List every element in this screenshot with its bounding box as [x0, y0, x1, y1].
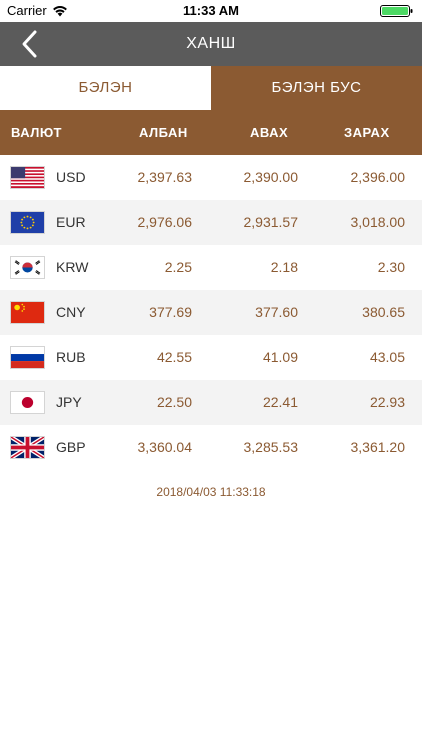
- sell-rate: 3,361.20: [350, 439, 406, 455]
- gb-flag-icon: [10, 436, 45, 459]
- official-rate: 2,397.63: [137, 169, 193, 185]
- buy-rate: 41.09: [262, 349, 298, 365]
- official-rate: 3,360.04: [137, 439, 193, 455]
- column-header-official: АЛБАН: [139, 125, 188, 140]
- last-updated-timestamp: 2018/04/03 11:33:18: [156, 485, 266, 499]
- official-rate: 42.55: [156, 349, 192, 365]
- tab-bar: БЭЛЭН БЭЛЭН БУС: [0, 66, 422, 110]
- column-header-buy: АВАХ: [250, 125, 289, 140]
- tab-noncash[interactable]: БЭЛЭН БУС: [211, 66, 422, 110]
- column-header-sell: ЗАРАХ: [344, 125, 390, 140]
- buy-rate: 377.60: [255, 304, 298, 320]
- sell-rate: 43.05: [369, 349, 405, 365]
- sell-rate: 22.93: [369, 394, 405, 410]
- status-time: 11:33 AM: [183, 3, 239, 18]
- battery-icon: [380, 5, 413, 17]
- buy-rate: 3,285.53: [243, 439, 299, 455]
- jp-flag-icon: [10, 391, 45, 414]
- table-row: USD 2,397.63 2,390.00 2,396.00: [0, 155, 422, 200]
- official-rate: 377.69: [149, 304, 192, 320]
- table-row: JPY 22.50 22.41 22.93: [0, 380, 422, 425]
- column-header-currency: ВАЛЮТ: [11, 125, 62, 140]
- table-row: CNY 377.69 377.60 380.65: [0, 290, 422, 335]
- status-bar: Carrier 11:33 AM: [0, 0, 422, 22]
- official-rate: 2,976.06: [137, 214, 193, 230]
- buy-rate: 2.18: [270, 259, 298, 275]
- table-row: KRW 2.25 2.18 2.30: [0, 245, 422, 290]
- sell-rate: 2,396.00: [350, 169, 406, 185]
- rates-table: USD 2,397.63 2,390.00 2,396.00 EUR 2,976…: [0, 155, 422, 470]
- us-flag-icon: [10, 166, 45, 189]
- buy-rate: 2,931.57: [243, 214, 299, 230]
- sell-rate: 380.65: [362, 304, 405, 320]
- table-row: GBP 3,360.04 3,285.53 3,361.20: [0, 425, 422, 470]
- buy-rate: 22.41: [262, 394, 298, 410]
- tab-cash[interactable]: БЭЛЭН: [0, 66, 211, 110]
- sell-rate: 3,018.00: [350, 214, 406, 230]
- official-rate: 2.25: [164, 259, 192, 275]
- nav-bar: ХАНШ: [0, 22, 422, 66]
- kr-flag-icon: [10, 256, 45, 279]
- table-header: ВАЛЮТ АЛБАН АВАХ ЗАРАХ: [0, 110, 422, 155]
- table-row: EUR 2,976.06 2,931.57 3,018.00: [0, 200, 422, 245]
- table-row: RUB 42.55 41.09 43.05: [0, 335, 422, 380]
- page-title: ХАНШ: [186, 35, 236, 52]
- currency-code: JPY: [56, 394, 82, 410]
- sell-rate: 2.30: [377, 259, 405, 275]
- buy-rate: 2,390.00: [243, 169, 299, 185]
- eu-flag-icon: [10, 211, 45, 234]
- ru-flag-icon: [10, 346, 45, 369]
- cn-flag-icon: [10, 301, 45, 324]
- official-rate: 22.50: [156, 394, 192, 410]
